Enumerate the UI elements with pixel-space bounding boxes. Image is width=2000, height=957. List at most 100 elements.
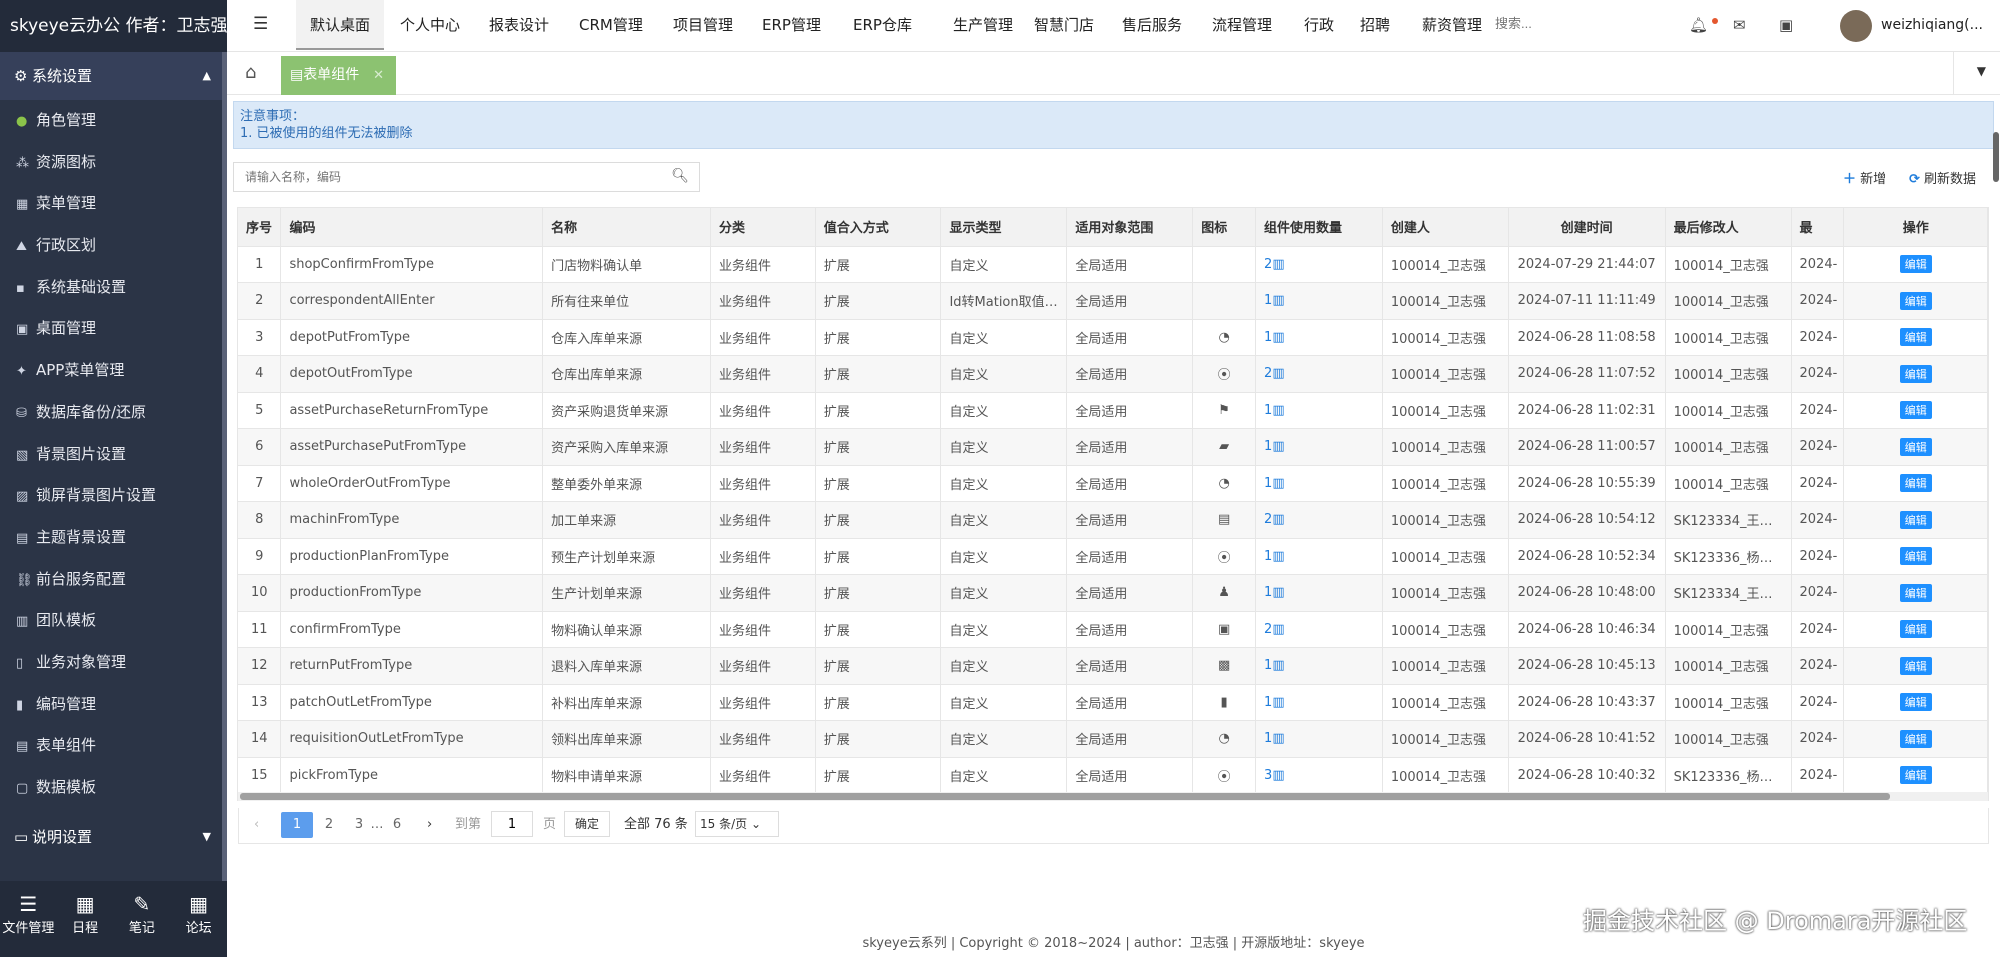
add-button[interactable]: ＋ 新增 — [1843, 168, 1886, 187]
edit-button[interactable]: 编辑 — [1899, 474, 1932, 493]
goto-page-input[interactable] — [491, 811, 533, 837]
table-row[interactable]: 6 assetPurchasePutFromType 资产采购入库单来源 业务组件 扩展… — [238, 428, 1988, 466]
column-header[interactable]: 创建人 — [1382, 208, 1509, 247]
sidebar-item[interactable]: ⛁ 数据库备份/还原 — [0, 392, 227, 434]
column-header[interactable]: 组件使用数量 — [1255, 208, 1383, 247]
global-search-input[interactable] — [1495, 16, 1595, 31]
avatar[interactable] — [1840, 10, 1872, 42]
table-row[interactable]: 5 assetPurchaseReturnFromType 资产采购退货单来源 业务组… — [238, 392, 1988, 429]
prev-page-icon[interactable]: ‹ — [254, 812, 259, 838]
column-header[interactable]: 值合入方式 — [815, 208, 942, 247]
bottom-button[interactable]: ▦ 论坛 — [170, 881, 227, 957]
edit-button[interactable]: 编辑 — [1899, 328, 1932, 347]
nav-tab[interactable]: 薪资管理 — [1422, 0, 1482, 50]
column-header[interactable]: 编码 — [280, 208, 544, 247]
sidebar-collapsed-section[interactable]: ▭ 说明设置 ▼ — [0, 812, 227, 861]
table-row[interactable]: 4 depotOutFromType 仓库出库单来源 业务组件 扩展 自定义 全局适用 ⦿ 2▥… — [238, 355, 1988, 393]
sidebar-item[interactable]: ▣ 桌面管理 — [0, 308, 227, 350]
sidebar-item[interactable]: ▯ 业务对象管理 — [0, 642, 227, 684]
edit-button[interactable]: 编辑 — [1899, 693, 1932, 712]
sidebar-item[interactable]: ● 角色管理 — [0, 100, 227, 142]
usage-count-link[interactable]: 2▥ — [1264, 257, 1285, 272]
tab-form-components[interactable]: ▤表单组件 ✕ — [281, 56, 396, 95]
nav-tab[interactable]: ERP仓库 — [853, 0, 912, 50]
edit-button[interactable]: 编辑 — [1899, 729, 1932, 748]
page-6[interactable]: 6 — [387, 812, 407, 838]
nav-tab[interactable]: 售后服务 — [1122, 0, 1182, 50]
table-row[interactable]: 9 productionPlanFromType 预生产计划单来源 业务组件 扩展 自定义… — [238, 538, 1988, 575]
column-header[interactable]: 图标 — [1192, 208, 1257, 247]
sidebar-item[interactable]: ⛓ 前台服务配置 — [0, 559, 227, 601]
page-1[interactable]: 1 — [281, 812, 313, 838]
usage-count-link[interactable]: 1▥ — [1264, 585, 1285, 600]
sidebar-item[interactable]: ▥ 团队模板 — [0, 600, 227, 642]
column-header[interactable]: 创建时间 — [1508, 208, 1666, 247]
sidebar-item[interactable]: ✦ APP菜单管理 — [0, 350, 227, 392]
usage-count-link[interactable]: 2▥ — [1264, 512, 1285, 527]
bottom-button[interactable]: ✎ 笔记 — [114, 881, 171, 957]
nav-tab[interactable]: 招聘 — [1360, 0, 1390, 50]
usage-count-link[interactable]: 1▥ — [1264, 330, 1285, 345]
nav-tab[interactable]: 行政 — [1304, 0, 1334, 50]
home-icon[interactable]: ⌂ — [245, 62, 256, 83]
sidebar-item[interactable]: ▤ 表单组件 — [0, 725, 227, 767]
section-system-settings[interactable]: ⚙ 系统设置 ▲ — [0, 52, 227, 100]
chevron-down-icon[interactable]: ▼ — [1977, 64, 1986, 78]
sidebar-scrollbar[interactable] — [222, 52, 227, 882]
edit-button[interactable]: 编辑 — [1899, 547, 1932, 566]
table-row[interactable]: 10 productionFromType 生产计划单来源 业务组件 扩展 自定义 全局适用… — [238, 574, 1988, 612]
edit-button[interactable]: 编辑 — [1899, 583, 1932, 602]
nav-tab[interactable]: 个人中心 — [400, 0, 460, 50]
usage-count-link[interactable]: 2▥ — [1264, 622, 1285, 637]
column-header[interactable]: 适用对象范围 — [1066, 208, 1194, 247]
usage-count-link[interactable]: 1▥ — [1264, 476, 1285, 491]
table-row[interactable]: 8 machinFromType 加工单来源 业务组件 扩展 自定义 全局适用 ▤ 2▥ 1000… — [238, 501, 1988, 539]
sidebar-item[interactable]: ▦ 菜单管理 — [0, 183, 227, 225]
nav-tab[interactable]: CRM管理 — [579, 0, 643, 50]
usage-count-link[interactable]: 2▥ — [1264, 366, 1285, 381]
edit-button[interactable]: 编辑 — [1899, 291, 1932, 310]
column-header[interactable]: 最后修改人 — [1665, 208, 1792, 247]
edit-button[interactable]: 编辑 — [1899, 401, 1932, 420]
nav-tab[interactable]: 流程管理 — [1212, 0, 1272, 50]
table-row[interactable]: 2 correspondentAllEnter 所有往来单位 业务组件 扩展 Id转Mat… — [238, 282, 1988, 320]
refresh-button[interactable]: ⟳ 刷新数据 — [1909, 168, 1976, 187]
bottom-button[interactable]: ▦ 日程 — [57, 881, 114, 957]
username[interactable]: weizhiqiang(... — [1881, 17, 1983, 33]
table-row[interactable]: 14 requisitionOutLetFromType 领料出库单来源 业务组件 扩展… — [238, 720, 1988, 758]
column-header[interactable]: 最 — [1791, 208, 1845, 247]
edit-button[interactable]: 编辑 — [1899, 255, 1932, 274]
column-header[interactable]: 操作 — [1843, 208, 1988, 247]
table-row[interactable]: 13 patchOutLetFromType 补料出库单来源 业务组件 扩展 自定义 全局适… — [238, 684, 1988, 721]
column-header[interactable]: 序号 — [238, 208, 282, 247]
close-icon[interactable]: ✕ — [373, 56, 384, 95]
usage-count-link[interactable]: 1▥ — [1264, 695, 1285, 710]
table-row[interactable]: 3 depotPutFromType 仓库入库单来源 业务组件 扩展 自定义 全局适用 ◔ 1▥… — [238, 319, 1988, 356]
sidebar-item[interactable]: ▤ 主题背景设置 — [0, 517, 227, 559]
table-row[interactable]: 12 returnPutFromType 退料入库单来源 业务组件 扩展 自定义 全局适用 ▩… — [238, 647, 1988, 685]
sidebar-item[interactable]: ▮ 编码管理 — [0, 684, 227, 726]
column-header[interactable]: 显示类型 — [940, 208, 1068, 247]
edit-button[interactable]: 编辑 — [1899, 620, 1932, 639]
usage-count-link[interactable]: 1▥ — [1264, 293, 1285, 308]
usage-count-link[interactable]: 1▥ — [1264, 403, 1285, 418]
edit-button[interactable]: 编辑 — [1899, 766, 1932, 785]
edit-button[interactable]: 编辑 — [1899, 656, 1932, 675]
table-row[interactable]: 11 confirmFromType 物料确认单来源 业务组件 扩展 自定义 全局适用 ▣ 2▥… — [238, 611, 1988, 648]
table-row[interactable]: 1 shopConfirmFromType 门店物料确认单 业务组件 扩展 自定义 全局适用… — [238, 246, 1988, 283]
confirm-button[interactable]: 确定 — [564, 811, 610, 837]
usage-count-link[interactable]: 1▥ — [1264, 439, 1285, 454]
table-row[interactable]: 7 wholeOrderOutFromType 整单委外单来源 业务组件 扩展 自定义 全局… — [238, 465, 1988, 502]
page-2[interactable]: 2 — [319, 812, 339, 838]
bottom-button[interactable]: ☰ 文件管理 — [0, 881, 57, 957]
table-row[interactable]: 15 pickFromType 物料申请单来源 业务组件 扩展 自定义 全局适用 ⦿ 3▥ 100… — [238, 757, 1988, 794]
usage-count-link[interactable]: 1▥ — [1264, 549, 1285, 564]
page-3[interactable]: 3 — [349, 812, 369, 838]
usage-count-link[interactable]: 3▥ — [1264, 768, 1285, 783]
column-header[interactable]: 分类 — [710, 208, 816, 247]
sidebar-item[interactable]: ▪ 系统基础设置 — [0, 267, 227, 309]
edit-button[interactable]: 编辑 — [1899, 437, 1932, 456]
search-icon[interactable]: 🔍︎ — [671, 168, 689, 184]
sidebar-item[interactable]: ▢ 数据模板 — [0, 767, 227, 809]
menu-toggle-icon[interactable]: ☰ — [253, 14, 268, 34]
